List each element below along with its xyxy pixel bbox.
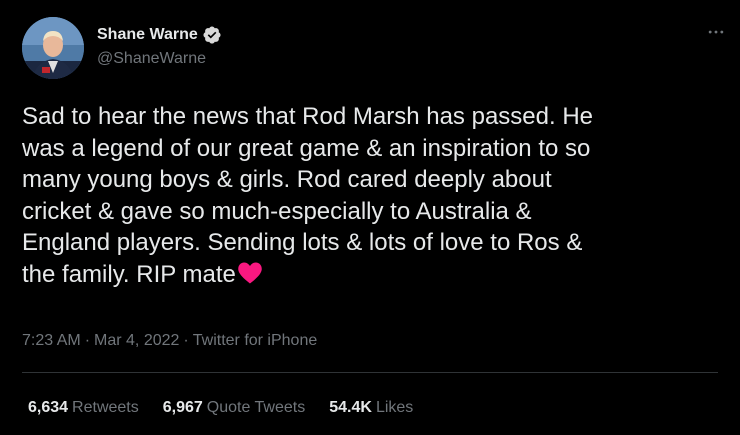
divider — [22, 372, 718, 373]
likes-count: 54.4K — [329, 399, 372, 416]
tweet-text-content: Sad to hear the news that Rod Marsh has … — [22, 103, 593, 288]
retweets-stat[interactable]: 6,634 Retweets — [28, 399, 139, 417]
tweet-card: Shane Warne @ShaneWarne Sad to hear the … — [0, 0, 740, 435]
tweet-stats: 6,634 Retweets 6,967 Quote Tweets 54.4K … — [28, 399, 437, 417]
likes-stat[interactable]: 54.4K Likes — [329, 399, 413, 417]
tweet-text: Sad to hear the news that Rod Marsh has … — [22, 101, 722, 290]
author-name-row: Shane Warne — [97, 24, 222, 46]
avatar-photo-icon — [22, 17, 84, 79]
retweets-count: 6,634 — [28, 399, 69, 416]
tweet-source[interactable]: Twitter for iPhone — [193, 332, 318, 350]
quote-tweets-label: Quote Tweets — [206, 399, 306, 416]
quote-tweets-stat[interactable]: 6,967 Quote Tweets — [163, 399, 305, 417]
author-avatar[interactable] — [22, 17, 84, 79]
meta-separator: · — [183, 332, 189, 349]
author-display-name[interactable]: Shane Warne — [97, 26, 198, 44]
quote-tweets-count: 6,967 — [162, 399, 203, 416]
tweet-timestamp-date[interactable]: Mar 4, 2022 — [94, 332, 179, 350]
tweet-meta: 7:23 AM · Mar 4, 2022 · Twitter for iPho… — [22, 332, 317, 350]
more-horizontal-icon[interactable] — [706, 22, 726, 42]
verified-badge-icon — [203, 26, 221, 44]
red-heart-icon — [238, 262, 262, 283]
tweet-timestamp-time[interactable]: 7:23 AM — [22, 332, 81, 350]
author-handle[interactable]: @ShaneWarne — [97, 50, 206, 68]
retweets-label: Retweets — [72, 399, 139, 416]
likes-label: Likes — [375, 399, 414, 416]
meta-separator: · — [84, 332, 91, 349]
